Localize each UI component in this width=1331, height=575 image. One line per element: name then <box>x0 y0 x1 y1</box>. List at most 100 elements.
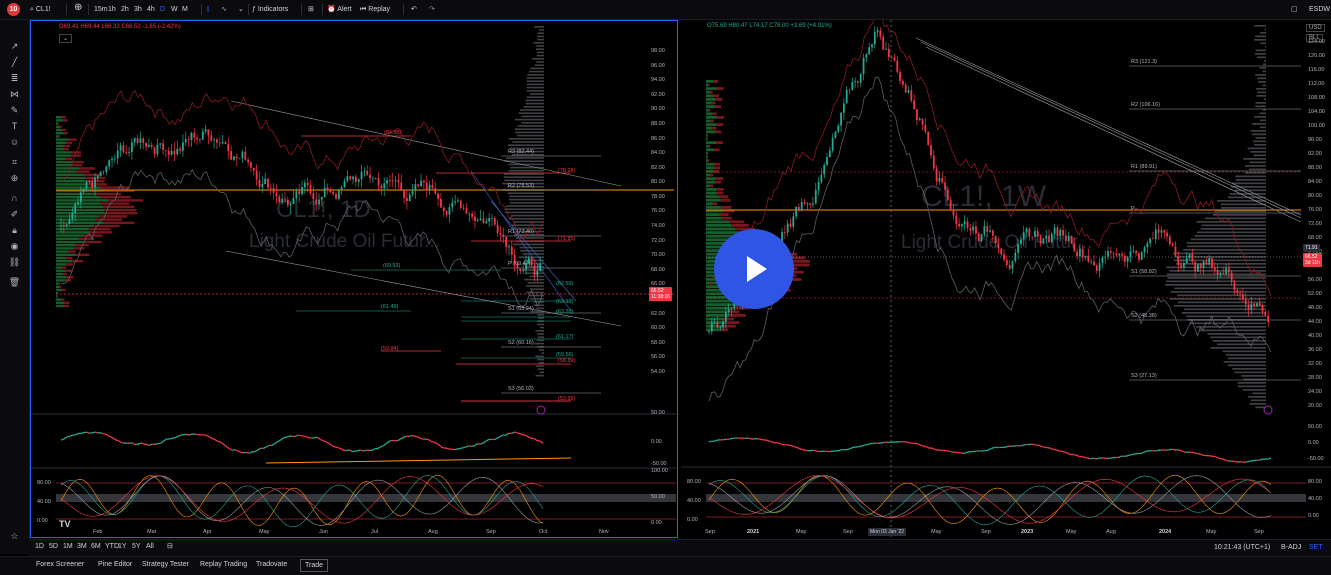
interval-1h[interactable]: 1h <box>108 3 116 16</box>
price-tick: 50.00 <box>651 410 665 416</box>
measure-icon[interactable]: ⌗ <box>8 156 21 169</box>
eye-icon[interactable]: ◉ <box>8 240 21 253</box>
range-5D[interactable]: 5D <box>49 543 58 550</box>
interval-M[interactable]: M <box>182 3 188 16</box>
range-All[interactable]: All <box>146 543 154 550</box>
range-1D[interactable]: 1D <box>35 543 44 550</box>
oscillator-line <box>303 436 306 437</box>
footer-tab-forex-screener[interactable]: Forex Screener <box>36 561 84 568</box>
bar-style-icon[interactable]: ⫾ <box>207 3 209 16</box>
replay-button[interactable]: ⏮ Replay <box>360 3 390 16</box>
candle-body <box>1121 254 1123 256</box>
footer-tab-tradovate[interactable]: Tradovate <box>256 561 287 568</box>
pattern-icon[interactable]: ⋈ <box>8 88 21 101</box>
range-6M[interactable]: 6M <box>91 543 101 550</box>
brush-icon[interactable]: ✎ <box>8 104 21 117</box>
candle-body <box>111 159 113 160</box>
range-YTD[interactable]: YTD <box>105 543 119 550</box>
candle-body <box>312 193 314 199</box>
stay-drawing-icon[interactable]: ✐ <box>8 208 21 221</box>
price-tick: 74.00 <box>651 223 665 229</box>
session-toggle[interactable]: SET <box>1309 544 1323 551</box>
lock-icon[interactable]: 🔒︎ <box>8 224 21 237</box>
left-chart-pane[interactable]: O69.41 H69.44 L66.33 C66.52 -1.65 (-2.42… <box>30 20 678 538</box>
fib-icon[interactable]: ≣ <box>8 72 21 85</box>
layout-icon[interactable]: ⊞ <box>308 3 314 16</box>
link-icon[interactable]: ⛓︎ <box>8 256 21 269</box>
oscillator-line <box>791 446 794 447</box>
oscillator-line <box>864 445 867 446</box>
zoom-icon[interactable]: ⊕ <box>8 172 21 185</box>
oscillator-line <box>189 434 192 435</box>
oscillator-line <box>181 435 184 436</box>
volume-profile-bar <box>706 98 716 101</box>
line-style-icon[interactable]: ∿ <box>221 3 227 16</box>
volume-profile-bar <box>510 202 544 204</box>
interval-3h[interactable]: 3h <box>134 3 142 16</box>
text-icon[interactable]: T <box>8 120 21 133</box>
interval-4h[interactable]: 4h <box>147 3 155 16</box>
footer-tab-replay-trading[interactable]: Replay Trading <box>200 561 247 568</box>
layout-toggle-icon[interactable]: ▢ <box>1291 3 1298 16</box>
price-tick: 92.00 <box>1308 151 1322 157</box>
undo-icon[interactable]: ↶ <box>411 3 417 16</box>
interval-W[interactable]: W <box>171 3 178 16</box>
volume-profile-bar <box>537 333 544 335</box>
emoji-icon[interactable]: ☺ <box>8 136 21 149</box>
oscillator-line <box>70 435 73 436</box>
candle-body <box>193 133 195 138</box>
candle-body <box>953 209 955 215</box>
red-level-label: (58.89) <box>558 358 575 364</box>
trash-icon[interactable]: 🗑︎ <box>8 276 21 289</box>
volume-profile-bar <box>712 112 716 115</box>
add-symbol-icon[interactable]: ⊕ <box>74 1 82 14</box>
layout-name[interactable]: ESDW <box>1309 3 1330 16</box>
cursor-icon[interactable]: ↗ <box>8 40 21 53</box>
volume-profile-bar <box>708 159 709 162</box>
volume-profile-bar <box>1252 393 1266 395</box>
trend-line-icon[interactable]: ╱ <box>8 56 21 69</box>
range-1M[interactable]: 1M <box>63 543 73 550</box>
video-play-button[interactable] <box>714 229 794 309</box>
footer-tab-pine-editor[interactable]: Pine Editor <box>98 561 132 568</box>
candle-body <box>832 138 834 151</box>
logo-badge[interactable]: 10 <box>7 3 20 16</box>
indicators-button[interactable]: ƒ Indicators <box>252 3 288 16</box>
volume-profile-bar <box>1254 25 1266 27</box>
date-range-icon[interactable]: ⊟ <box>167 542 173 550</box>
clock[interactable]: 10:21:43 (UTC+1) <box>1214 544 1270 551</box>
candle-body <box>398 180 400 183</box>
alert-button[interactable]: ⏰ Alert <box>327 3 352 16</box>
candle-body <box>784 232 786 233</box>
candle-body <box>125 152 127 153</box>
left-chart-canvas[interactable] <box>31 21 679 539</box>
stoch-left-tick: 0.00 <box>37 518 48 524</box>
star-icon[interactable]: ☆ <box>8 530 21 543</box>
candle-body <box>191 133 193 140</box>
footer-tab-strategy-tester[interactable]: Strategy Tester <box>142 561 189 568</box>
footer-tab-trade[interactable]: Trade <box>300 559 328 572</box>
layout-name-label: ESDW <box>1309 6 1330 13</box>
price-tick: 84.00 <box>1308 179 1322 185</box>
oscillator-line <box>241 452 244 453</box>
osc-tick: 0.00 <box>1308 440 1319 446</box>
redo-icon[interactable]: ↷ <box>429 3 435 16</box>
interval-D[interactable]: D <box>160 3 165 16</box>
range-1Y[interactable]: 1Y <box>118 543 127 550</box>
range-5Y[interactable]: 5Y <box>132 543 141 550</box>
interval-15m[interactable]: 15m <box>94 3 108 16</box>
chevron-down-icon[interactable]: ⌄ <box>238 3 244 16</box>
candle-body <box>531 258 533 265</box>
interval-2h[interactable]: 2h <box>121 3 129 16</box>
replay-label: Replay <box>368 6 390 13</box>
range-3M[interactable]: 3M <box>77 543 87 550</box>
symbol-search-button[interactable]: ⌕ CL1! <box>30 3 51 16</box>
candle-body <box>1208 258 1210 265</box>
volume-profile-bar <box>71 154 81 156</box>
candle-body <box>854 81 856 82</box>
adjustment-toggle[interactable]: B-ADJ <box>1281 544 1301 551</box>
magnet-icon[interactable]: ∩ <box>8 192 21 205</box>
month-label: Sep <box>486 529 496 535</box>
volume-profile-bar <box>540 327 544 329</box>
oscillator-line <box>155 444 158 445</box>
